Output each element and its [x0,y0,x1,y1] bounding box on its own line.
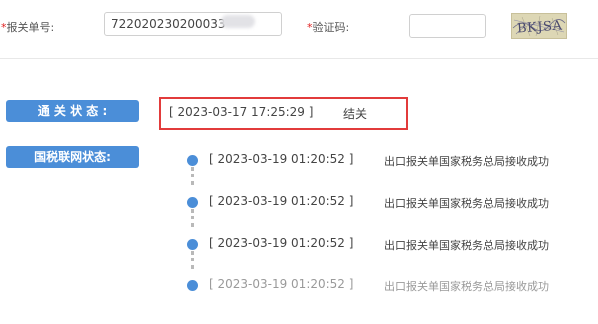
customs-status-label: 通 关 状 态 : [6,100,139,122]
timeline-item: [ 2023-03-19 01:20:52 ] 出口报关单国家税务总局接收成功 [0,194,598,241]
captcha-label: *验证码: [307,21,350,34]
timeline-connector [191,251,194,269]
declaration-number-input[interactable]: 722020230200033 [104,12,282,36]
timeline-dot-icon [187,239,198,250]
timeline-text: 出口报关单国家税务总局接收成功 [384,197,549,210]
customs-status-value: 结关 [343,107,368,121]
timeline-text: 出口报关单国家税务总局接收成功 [384,155,549,168]
declaration-number-value: 722020230200033 [111,17,226,31]
search-form: *报关单号: 722020230200033 *验证码: BKJSA [0,0,598,56]
captcha-text: BKJSA [517,18,563,36]
timeline-item: [ 2023-03-19 01:20:52 ] 出口报关单国家税务总局接收成功 [0,277,598,324]
timeline-text: 出口报关单国家税务总局接收成功 [384,239,549,252]
timeline-time: [ 2023-03-19 01:20:52 ] [209,152,354,166]
timeline-time: [ 2023-03-19 01:20:52 ] [209,194,354,208]
timeline-time: [ 2023-03-19 01:20:52 ] [209,236,354,250]
customs-status-time: [ 2023-03-17 17:25:29 ] [169,105,314,119]
timeline-dot-icon [187,155,198,166]
captcha-noise-graphic: BKJSA [512,15,566,37]
timeline-dot-icon [187,197,198,208]
timeline-item: [ 2023-03-19 01:20:52 ] 出口报关单国家税务总局接收成功 [0,152,598,199]
declaration-number-label: *报关单号: [1,21,55,34]
timeline-text: 出口报关单国家税务总局接收成功 [384,280,549,293]
timeline-dot-icon [187,280,198,291]
captcha-input[interactable] [409,14,486,38]
captcha-image[interactable]: BKJSA [511,13,567,39]
form-divider [0,58,598,59]
timeline-connector [191,167,194,185]
redaction-mask [221,15,255,28]
timeline-connector [191,209,194,227]
